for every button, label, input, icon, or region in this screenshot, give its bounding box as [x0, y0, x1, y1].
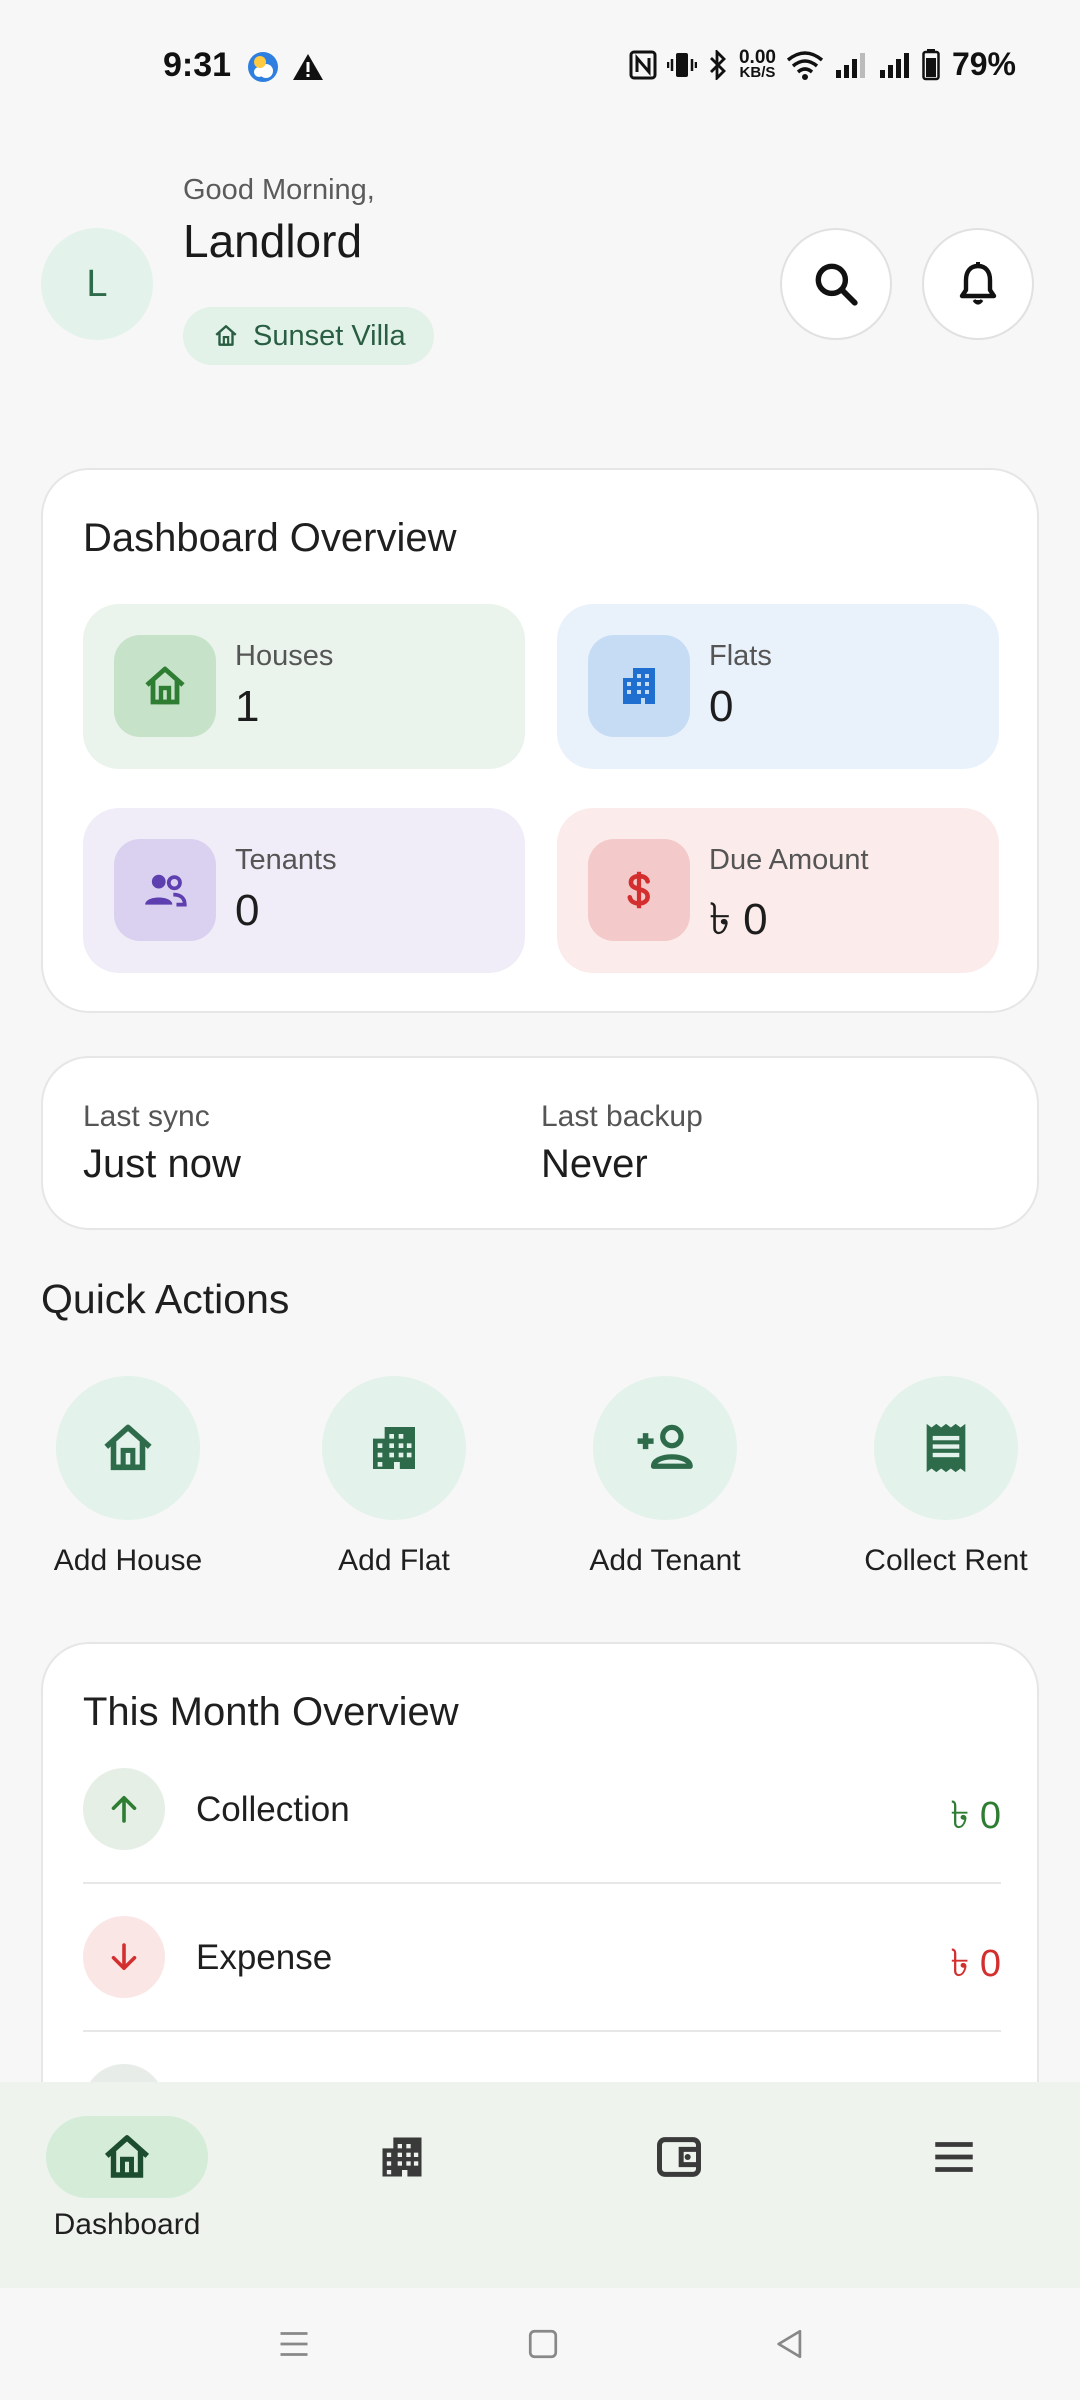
home-icon [56, 1376, 200, 1520]
property-selector-chip[interactable]: Sunset Villa [183, 307, 434, 365]
collection-label: Collection [196, 1790, 350, 1829]
due-amount-label: Due Amount [709, 844, 869, 876]
divider [83, 1882, 1001, 1884]
bluetooth-icon [707, 49, 729, 80]
expense-row[interactable]: Expense ৳ 0 [83, 1908, 1001, 2008]
bell-icon [954, 259, 1002, 309]
add-tenant-label: Add Tenant [589, 1544, 741, 1577]
add-tenant-button[interactable]: Add Tenant [545, 1376, 785, 1586]
status-notification-icons [246, 50, 324, 84]
houses-label: Houses [235, 640, 334, 672]
status-time: 9:31 [163, 46, 232, 84]
add-flat-label: Add Flat [338, 1544, 450, 1577]
collection-amount: ৳ 0 [950, 1795, 1001, 1837]
system-back-button[interactable] [768, 2322, 812, 2366]
stat-tile-flats[interactable]: Flats 0 [557, 604, 999, 769]
dashboard-overview-card: Dashboard Overview Houses 1 Flats 0 Tena… [41, 468, 1039, 1013]
battery-icon [922, 48, 940, 81]
due-amount-value: ৳ 0 [709, 895, 768, 944]
nav-menu[interactable] [827, 2082, 1080, 2288]
system-recents-button[interactable] [272, 2322, 316, 2366]
warning-icon [292, 52, 324, 82]
nfc-icon [629, 50, 657, 80]
month-overview-card: This Month Overview Collection ৳ 0 Expen… [41, 1642, 1039, 2112]
building-icon [322, 1376, 466, 1520]
flats-value: 0 [709, 682, 734, 731]
bottom-navigation: Dashboard [0, 2082, 1080, 2288]
wallet-icon [598, 2116, 760, 2198]
stat-tile-due-amount[interactable]: Due Amount ৳ 0 [557, 808, 999, 973]
collect-rent-label: Collect Rent [864, 1544, 1028, 1577]
vibrate-icon [666, 50, 697, 80]
weather-icon [246, 50, 280, 84]
arrow-down-icon [83, 1916, 165, 1998]
battery-percent: 79% [951, 46, 1016, 82]
wifi-icon [786, 50, 824, 80]
avatar[interactable]: L [41, 228, 153, 340]
home-icon [114, 635, 216, 737]
receipt-icon [874, 1376, 1018, 1520]
stat-tile-houses[interactable]: Houses 1 [83, 604, 525, 769]
building-icon [321, 2116, 483, 2198]
status-bar: 9:31 0.00 KB/S 79% [0, 0, 1080, 130]
divider [83, 2030, 1001, 2032]
user-name: Landlord [183, 215, 363, 267]
houses-value: 1 [235, 682, 260, 731]
add-person-icon [593, 1376, 737, 1520]
signal-icon-1 [834, 50, 868, 80]
expense-label: Expense [196, 1938, 333, 1977]
home-icon [46, 2116, 208, 2198]
signal-icon-2 [878, 50, 912, 80]
nav-buildings[interactable] [275, 2082, 545, 2288]
system-home-button[interactable] [521, 2322, 565, 2366]
dollar-icon [588, 839, 690, 941]
last-backup-value: Never [541, 1142, 648, 1186]
search-icon [811, 259, 861, 309]
last-sync-value: Just now [83, 1142, 241, 1186]
status-system-icons: 0.00 KB/S 79% [629, 46, 1016, 83]
quick-actions-title: Quick Actions [41, 1276, 290, 1322]
month-overview-title: This Month Overview [83, 1690, 459, 1734]
collect-rent-button[interactable]: Collect Rent [826, 1376, 1066, 1586]
collection-row[interactable]: Collection ৳ 0 [83, 1760, 1001, 1860]
add-flat-button[interactable]: Add Flat [274, 1376, 514, 1586]
property-name: Sunset Villa [253, 319, 406, 352]
stat-tile-tenants[interactable]: Tenants 0 [83, 808, 525, 973]
search-button[interactable] [780, 228, 892, 340]
people-icon [114, 839, 216, 941]
home-square-icon [526, 2327, 560, 2361]
menu-icon [873, 2116, 1035, 2198]
greeting-text: Good Morning, [183, 174, 375, 206]
last-sync-label: Last sync [83, 1100, 210, 1133]
system-navigation-bar [0, 2288, 1080, 2400]
nav-dashboard-label: Dashboard [53, 2208, 201, 2241]
add-house-label: Add House [53, 1544, 203, 1577]
recents-icon [276, 2326, 312, 2362]
building-icon [588, 635, 690, 737]
last-backup-label: Last backup [541, 1100, 703, 1133]
tenants-value: 0 [235, 886, 260, 935]
network-speed: 0.00 KB/S [738, 46, 776, 81]
add-house-button[interactable]: Add House [8, 1376, 248, 1586]
arrow-up-icon [83, 1768, 165, 1850]
back-triangle-icon [773, 2327, 807, 2361]
flats-label: Flats [709, 640, 772, 672]
overview-title: Dashboard Overview [83, 516, 457, 560]
nav-dashboard[interactable]: Dashboard [0, 2082, 270, 2288]
home-icon [213, 323, 239, 349]
tenants-label: Tenants [235, 844, 337, 876]
notifications-button[interactable] [922, 228, 1034, 340]
expense-amount: ৳ 0 [950, 1943, 1001, 1985]
nav-wallet[interactable] [552, 2082, 822, 2288]
sync-status-card: Last sync Just now Last backup Never [41, 1056, 1039, 1230]
